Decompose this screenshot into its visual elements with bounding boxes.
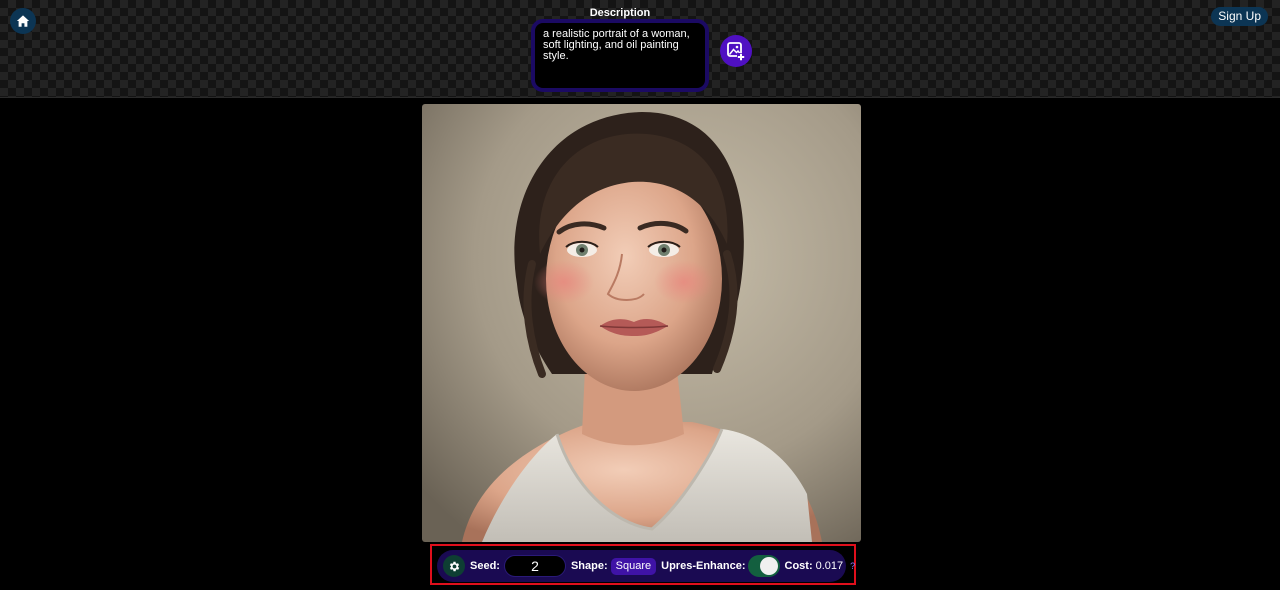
gear-icon xyxy=(449,561,459,571)
cost-label: Cost: xyxy=(784,560,813,572)
image-plus-icon xyxy=(727,42,745,61)
add-image-button[interactable] xyxy=(720,35,752,67)
shape-label: Shape: xyxy=(570,560,608,572)
generated-portrait-image xyxy=(422,104,861,542)
upres-enhance-label: Upres-Enhance: xyxy=(661,560,746,572)
cost-help-link[interactable]: ? xyxy=(850,561,855,571)
description-input[interactable]: a realistic portrait of a woman, soft li… xyxy=(531,19,709,92)
cost-value: 0.017 xyxy=(815,560,844,572)
seed-label: Seed: xyxy=(470,560,500,572)
home-button[interactable] xyxy=(10,8,36,34)
home-icon xyxy=(16,15,30,27)
settings-button[interactable] xyxy=(443,555,465,577)
upres-enhance-toggle[interactable] xyxy=(747,555,780,577)
shape-selector[interactable]: Square xyxy=(610,557,657,575)
toggle-knob xyxy=(759,557,778,575)
seed-input[interactable] xyxy=(503,555,566,577)
sign-up-button[interactable]: Sign Up xyxy=(1211,7,1268,26)
generation-controls-bar: Seed: Shape: Square Upres-Enhance: Cost:… xyxy=(437,550,855,582)
description-label: Description xyxy=(589,7,651,19)
